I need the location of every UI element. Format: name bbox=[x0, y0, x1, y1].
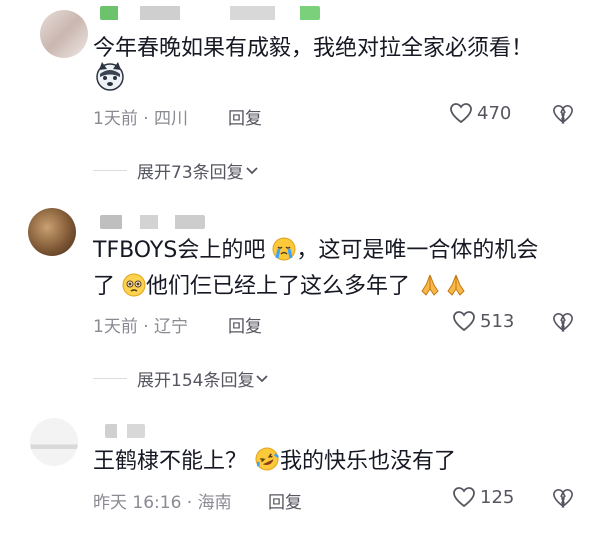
like-button[interactable]: 125 bbox=[452, 486, 514, 508]
heart-icon bbox=[453, 311, 475, 332]
username-blurred[interactable] bbox=[105, 424, 145, 438]
expand-replies-label: 展开73条回复 bbox=[137, 163, 244, 183]
comment-text-part: 了 bbox=[93, 274, 116, 299]
comment-text-part: ，这可是唯一合体的机会 bbox=[296, 238, 539, 263]
praying-hands-icon bbox=[443, 272, 469, 309]
username-blurred[interactable] bbox=[100, 215, 205, 229]
reply-button[interactable]: 回复 bbox=[268, 488, 302, 513]
comment-text-part: 我的快乐也没有了 bbox=[280, 449, 457, 474]
avatar[interactable] bbox=[28, 208, 76, 256]
pleading-face-icon bbox=[122, 272, 146, 309]
expand-replies[interactable]: 展开154条回复 bbox=[93, 366, 270, 391]
comment-text-line2: 了 他们仨已经上了这么多年了 bbox=[93, 268, 469, 309]
comment-time-location: 1天前 · 辽宁 bbox=[93, 317, 189, 337]
comment-1: 今年春晚如果有成毅，我绝对拉全家必须看！ 1天前 · 四川 回复 470 展开7… bbox=[0, 0, 600, 195]
avatar[interactable] bbox=[40, 10, 88, 58]
avatar[interactable] bbox=[30, 418, 78, 466]
rolling-laughing-icon bbox=[254, 446, 280, 484]
comment-text: 王鹤棣不能上？ 我的快乐也没有了 bbox=[93, 443, 456, 484]
comment-time-location: 1天前 · 四川 bbox=[93, 109, 189, 129]
praying-hands-icon bbox=[417, 272, 443, 309]
like-button[interactable]: 513 bbox=[452, 310, 514, 332]
comment-text: 今年春晚如果有成毅，我绝对拉全家必须看！ bbox=[93, 36, 534, 61]
broken-heart-icon[interactable] bbox=[552, 104, 574, 128]
comment-time-location: 昨天 16:16 · 海南 bbox=[93, 493, 232, 513]
divider bbox=[93, 170, 127, 171]
like-count: 125 bbox=[480, 486, 515, 508]
expand-replies[interactable]: 展开73条回复 bbox=[93, 158, 260, 183]
comment-text-part: 王鹤棣不能上？ bbox=[93, 449, 248, 474]
heart-icon bbox=[450, 103, 472, 124]
broken-heart-icon[interactable] bbox=[552, 312, 574, 336]
chevron-down-icon bbox=[246, 166, 258, 174]
comment-text-line1: TFBOYS会上的吧 ，这可是唯一合体的机会 bbox=[93, 232, 538, 273]
username-blurred[interactable] bbox=[100, 6, 320, 20]
like-count: 513 bbox=[480, 310, 515, 332]
divider bbox=[93, 378, 127, 379]
reply-button[interactable]: 回复 bbox=[228, 104, 262, 129]
reply-button[interactable]: 回复 bbox=[228, 312, 262, 337]
comment-text-part: TFBOYS会上的吧 bbox=[93, 238, 266, 263]
like-count: 470 bbox=[477, 102, 512, 124]
husky-sticker-icon bbox=[94, 60, 126, 96]
broken-heart-icon[interactable] bbox=[552, 488, 574, 512]
like-button[interactable]: 470 bbox=[449, 102, 511, 124]
expand-replies-label: 展开154条回复 bbox=[137, 371, 255, 391]
chevron-down-icon bbox=[256, 374, 269, 382]
comment-text-part: 他们仨已经上了这么多年了 bbox=[146, 274, 411, 299]
heart-icon bbox=[453, 487, 475, 508]
